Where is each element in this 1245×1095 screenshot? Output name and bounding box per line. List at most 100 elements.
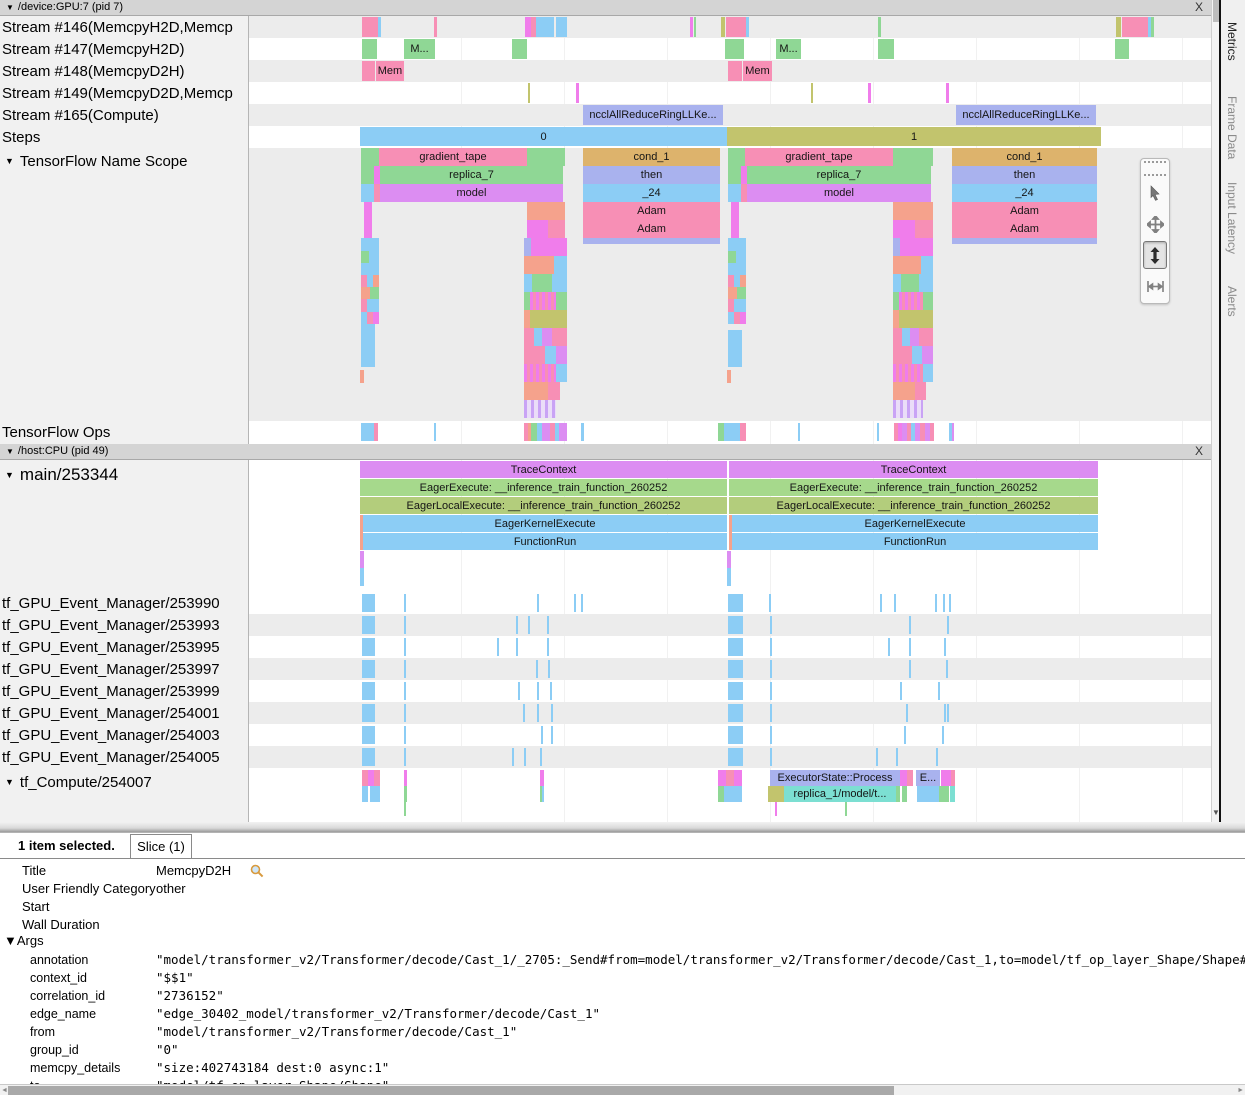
trace-event[interactable] — [770, 748, 772, 766]
trace-event[interactable]: EagerLocalExecute: __inference_train_fun… — [729, 497, 1098, 514]
trace-event[interactable] — [434, 17, 437, 37]
trace-event[interactable] — [909, 638, 911, 656]
trace-event[interactable] — [896, 786, 900, 802]
trace-event[interactable]: ncclAllReduceRingLLKe... — [583, 105, 723, 125]
trace-event[interactable] — [727, 551, 731, 568]
trace-event[interactable] — [547, 616, 549, 634]
trace-event[interactable] — [734, 299, 746, 312]
trace-event[interactable]: EagerKernelExecute — [363, 515, 727, 532]
trace-event[interactable] — [728, 660, 743, 678]
trace-event[interactable] — [542, 423, 550, 441]
trace-event[interactable]: then — [952, 166, 1097, 184]
trace-event[interactable]: EagerKernelExecute — [732, 515, 1098, 532]
collapse-triangle-icon[interactable]: ▼ — [6, 0, 14, 15]
trace-event[interactable] — [527, 148, 565, 166]
trace-event[interactable] — [512, 748, 514, 766]
cpu-section-header[interactable]: ▼/host:CPU (pid 49) X — [0, 444, 1211, 460]
trace-event[interactable]: Adam — [952, 220, 1097, 238]
trace-event[interactable] — [721, 17, 725, 37]
trace-event[interactable] — [524, 748, 526, 766]
trace-event[interactable] — [552, 310, 567, 328]
trace-event[interactable] — [893, 202, 933, 220]
trace-event[interactable] — [728, 263, 746, 275]
trace-event[interactable] — [524, 256, 554, 274]
trace-event[interactable] — [404, 638, 406, 656]
trace-event[interactable] — [902, 786, 907, 802]
trace-event[interactable] — [362, 61, 375, 81]
trace-event[interactable] — [524, 274, 532, 292]
trace-event[interactable] — [946, 83, 949, 103]
trace-event[interactable] — [524, 400, 556, 418]
trace-event[interactable] — [893, 364, 923, 382]
trace-event[interactable]: Mem — [376, 61, 404, 81]
trace-event[interactable] — [1116, 17, 1121, 37]
trace-event[interactable] — [930, 423, 934, 441]
trace-event[interactable] — [728, 184, 741, 202]
side-tab-frame-data[interactable]: Frame Data — [1225, 96, 1239, 159]
trace-event[interactable] — [537, 594, 539, 612]
trace-event[interactable] — [362, 39, 377, 59]
trace-event[interactable] — [728, 682, 743, 700]
trace-event[interactable] — [904, 726, 906, 744]
horizontal-scrollbar[interactable]: ◄ ► — [0, 1084, 1245, 1095]
gpu-section-header[interactable]: ▼/device:GPU:7 (pid 7) X — [0, 0, 1211, 16]
gpu-close-button[interactable]: X — [1195, 0, 1203, 15]
side-tab-input-latency[interactable]: Input Latency — [1225, 182, 1239, 254]
track-label[interactable]: ▼main/253344 — [2, 462, 118, 488]
trace-event[interactable] — [947, 704, 949, 722]
trace-event[interactable] — [909, 616, 911, 634]
trace-event[interactable] — [768, 786, 784, 802]
trace-event[interactable]: FunctionRun — [363, 533, 727, 550]
trace-event[interactable] — [552, 328, 567, 346]
trace-event[interactable]: ExecutorState::Process — [770, 770, 900, 786]
trace-event[interactable] — [769, 594, 771, 612]
trace-event[interactable] — [915, 220, 933, 238]
trace-event[interactable] — [731, 220, 739, 238]
trace-event[interactable] — [527, 220, 548, 238]
trace-event[interactable] — [373, 275, 379, 287]
trace-event[interactable] — [553, 238, 567, 256]
trace-event[interactable]: Adam — [583, 220, 720, 238]
trace-event[interactable]: cond_1 — [952, 148, 1097, 166]
trace-event[interactable] — [532, 274, 552, 292]
trace-event[interactable] — [556, 364, 567, 382]
trace-event[interactable] — [770, 616, 772, 634]
trace-event[interactable] — [360, 551, 364, 568]
trace-event[interactable] — [518, 682, 520, 700]
trace-event[interactable]: _24 — [583, 184, 720, 202]
trace-event[interactable] — [899, 310, 919, 328]
trace-event[interactable] — [542, 786, 544, 802]
trace-event[interactable] — [878, 39, 894, 59]
trace-event[interactable] — [548, 660, 550, 678]
trace-event[interactable] — [811, 83, 813, 103]
trace-event[interactable] — [900, 682, 902, 700]
trace-event[interactable] — [545, 346, 556, 364]
trace-event[interactable] — [731, 202, 739, 220]
trace-event[interactable] — [370, 786, 380, 802]
trace-event[interactable]: Adam — [583, 202, 720, 220]
trace-event[interactable] — [935, 594, 937, 612]
trace-event[interactable] — [909, 660, 911, 678]
trace-event[interactable] — [552, 274, 567, 292]
trace-event[interactable] — [728, 148, 745, 166]
trace-event[interactable] — [740, 423, 746, 441]
trace-event[interactable] — [361, 251, 369, 263]
trace-event[interactable] — [537, 682, 539, 700]
trace-event[interactable] — [728, 238, 746, 251]
trace-event[interactable] — [404, 802, 406, 816]
trace-event[interactable] — [893, 400, 923, 418]
track-label[interactable]: ▼TensorFlow Name Scope — [2, 148, 188, 174]
trace-event[interactable]: cond_1 — [583, 148, 720, 166]
trace-event[interactable] — [893, 274, 901, 292]
trace-event[interactable] — [551, 704, 553, 722]
trace-event[interactable] — [690, 17, 693, 37]
collapse-triangle-icon[interactable]: ▼ — [5, 470, 14, 480]
trace-event[interactable] — [527, 202, 565, 220]
trace-event[interactable] — [534, 328, 542, 346]
trace-event[interactable] — [919, 328, 933, 346]
trace-event[interactable] — [374, 423, 378, 441]
trace-event[interactable]: model — [747, 184, 931, 202]
trace-event[interactable] — [942, 726, 944, 744]
trace-event[interactable] — [910, 328, 919, 346]
trace-event[interactable] — [367, 299, 379, 312]
